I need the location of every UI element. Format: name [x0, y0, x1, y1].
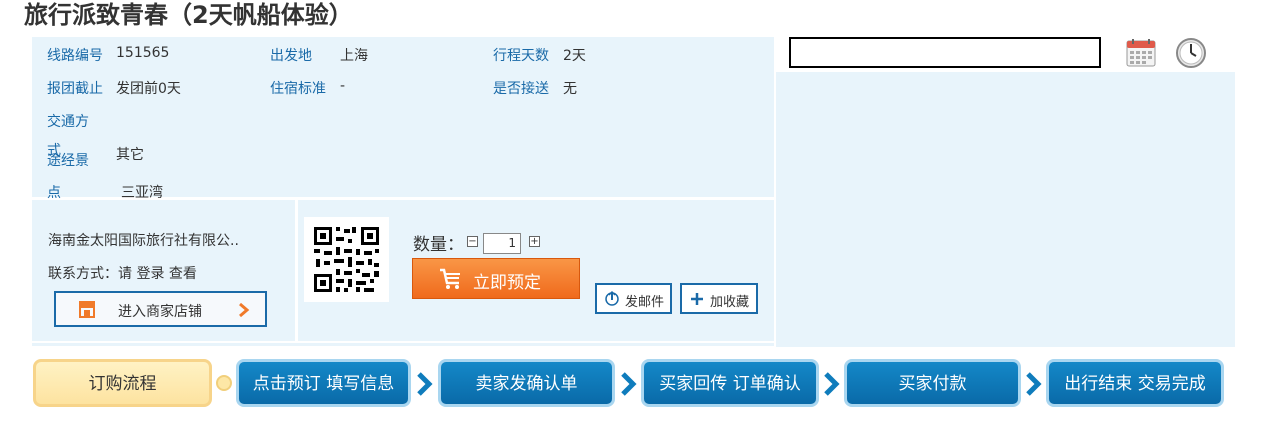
step-arrow-icon	[621, 372, 637, 396]
order-process-steps: 订购流程 点击预订 填写信息 卖家发确认单 买家回传 订单确认 买家付款 出行结…	[0, 355, 1275, 415]
page-title: 旅行派致青春（2天帆船体验）	[24, 1, 353, 29]
add-favorite-button[interactable]: 加收藏	[680, 283, 758, 314]
qr-code	[304, 217, 389, 302]
add-favorite-label: 加收藏	[710, 295, 750, 310]
enter-store-button[interactable]: 进入商家店铺	[54, 291, 267, 327]
days-value: 2天	[563, 48, 586, 64]
contact-label: 联系方式：请	[48, 266, 132, 282]
step-arrow-icon	[417, 372, 433, 396]
seller-name: 海南金太阳国际旅行社有限公..	[48, 233, 239, 249]
pickup-value: 无	[563, 81, 577, 97]
depart-value: 上海	[340, 48, 368, 64]
process-dot	[216, 375, 232, 391]
store-icon	[79, 301, 95, 318]
route-info-panel	[32, 37, 774, 197]
share-icon	[605, 290, 619, 306]
hotel-label: 住宿标准	[270, 81, 326, 97]
clock-icon[interactable]	[1175, 37, 1207, 69]
enter-store-label: 进入商家店铺	[118, 304, 202, 320]
scenic-label-wrap: 点	[47, 185, 61, 201]
panel-divider	[32, 343, 774, 346]
calendar-icon[interactable]	[1125, 38, 1157, 68]
cart-icon	[440, 268, 460, 289]
transport-label: 交通方	[47, 114, 89, 130]
route-no-value: 151565	[116, 45, 170, 61]
pickup-label: 是否接送	[493, 81, 549, 97]
book-now-button[interactable]: 立即预定	[412, 258, 580, 299]
step-1: 点击预订 填写信息	[236, 359, 411, 407]
process-title: 订购流程	[33, 359, 212, 407]
login-link[interactable]: 登录	[136, 266, 164, 282]
step-4: 买家付款	[844, 359, 1021, 407]
hotel-value: -	[340, 78, 346, 94]
date-input[interactable]	[789, 37, 1101, 68]
days-label: 行程天数	[493, 48, 549, 64]
route-no-label: 线路编号	[47, 48, 103, 64]
step-5: 出行结束 交易完成	[1046, 359, 1224, 407]
step-arrow-icon	[824, 372, 840, 396]
step-arrow-icon	[1026, 372, 1042, 396]
quantity-plus-button[interactable]: +	[529, 236, 540, 247]
schedule-panel	[776, 72, 1235, 347]
quantity-minus-button[interactable]: −	[467, 236, 478, 247]
transport-value: 其它	[116, 147, 144, 163]
chevron-right-icon	[239, 302, 250, 318]
plus-icon	[691, 293, 703, 305]
seller-contact: 联系方式：请 登录 查看	[48, 263, 197, 283]
quantity-label: 数量：	[413, 235, 464, 255]
depart-label: 出发地	[270, 48, 312, 64]
deadline-label: 报团截止	[47, 81, 103, 97]
scenic-label: 途经景	[47, 153, 89, 169]
view-link[interactable]: 查看	[169, 266, 197, 282]
deadline-value: 发团前0天	[116, 81, 181, 97]
step-2: 卖家发确认单	[438, 359, 615, 407]
step-3: 买家回传 订单确认	[641, 359, 819, 407]
send-email-button[interactable]: 发邮件	[595, 283, 672, 314]
book-now-label: 立即预定	[473, 273, 541, 293]
scenic-value: 三亚湾	[121, 185, 163, 201]
quantity-input[interactable]: 1	[483, 233, 521, 254]
send-email-label: 发邮件	[625, 295, 665, 310]
